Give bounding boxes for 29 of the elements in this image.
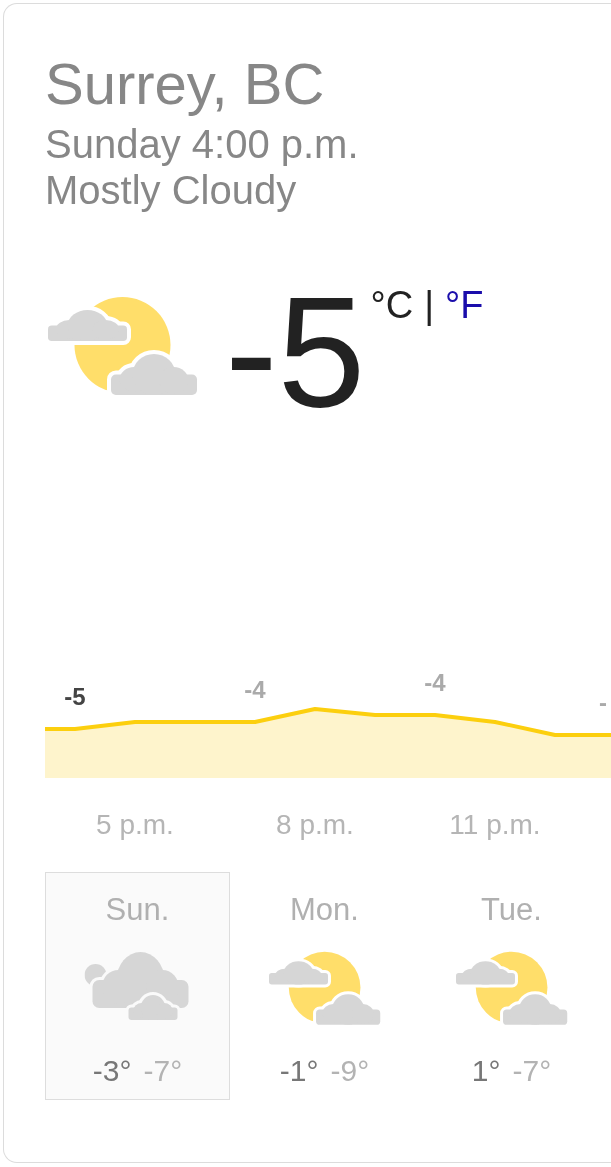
day-forecast-tile[interactable]: Tue. 1° -7° xyxy=(419,872,604,1100)
time-label: 8 p.m. xyxy=(276,809,354,841)
sun-behind-clouds-icon xyxy=(268,950,381,1028)
temperature-value: -5 xyxy=(225,272,366,430)
unit-toggle[interactable]: °F xyxy=(445,286,484,324)
date-time-text: Sunday 4:00 p.m. xyxy=(45,121,359,167)
sun-behind-clouds-icon xyxy=(455,950,568,1028)
low-temperature: -9° xyxy=(330,1054,370,1088)
temperature-label: -4 xyxy=(244,678,266,702)
time-label: 11 p.m. xyxy=(449,809,541,841)
low-temperature: -7° xyxy=(512,1054,552,1088)
temperature-label: -5 xyxy=(64,685,86,709)
high-temperature: -3° xyxy=(92,1054,132,1088)
unit-toggle[interactable]: °C xyxy=(370,286,414,324)
location-title: Surrey, BC xyxy=(45,52,325,116)
high-temperature: 1° xyxy=(471,1054,501,1088)
high-temperature: -1° xyxy=(279,1054,319,1088)
day-label: Sun. xyxy=(105,892,170,928)
day-label: Tue. xyxy=(481,892,542,928)
unit-separator: | xyxy=(424,286,434,324)
day-forecast-tile[interactable]: Mon. -1° -9° xyxy=(232,872,417,1100)
day-forecast-tile[interactable]: Sun. -3° -7° xyxy=(45,872,230,1100)
time-label: 5 p.m. xyxy=(96,809,174,841)
temperature-label: -4 xyxy=(424,671,446,695)
day-label: Mon. xyxy=(290,892,359,928)
clouds-icon xyxy=(84,950,191,1022)
low-temperature: -7° xyxy=(143,1054,183,1088)
temperature-label: - xyxy=(599,691,607,715)
condition-text: Mostly Cloudy xyxy=(45,167,297,213)
